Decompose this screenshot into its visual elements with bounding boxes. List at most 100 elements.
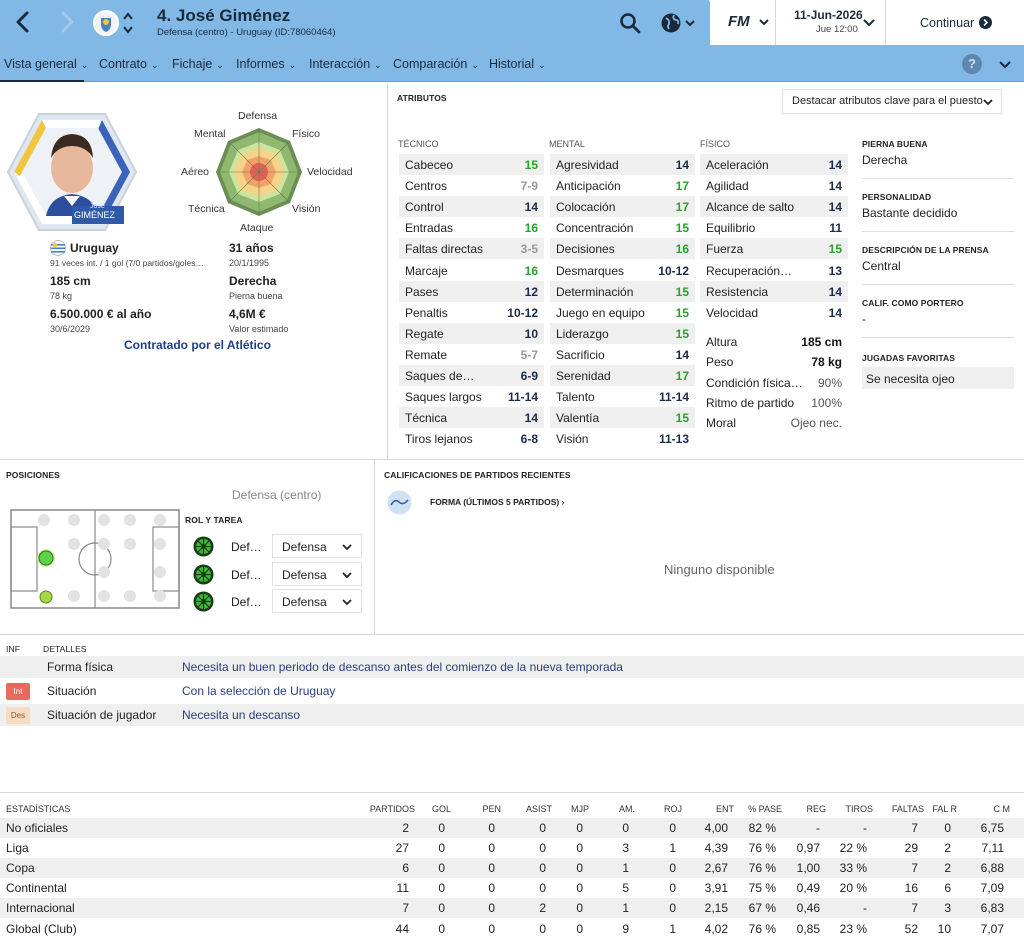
stats-cell: 29 [904, 841, 918, 856]
game-date[interactable]: 11-Jun-2026 [794, 8, 863, 22]
duty-label: Defensa [282, 567, 327, 582]
attribute-row[interactable]: Agresividad 14 [550, 154, 695, 175]
tab-vista-general[interactable]: Vista general ⌄ [4, 57, 88, 71]
attribute-row[interactable]: Saques largos 11-14 [399, 386, 544, 407]
attribute-row[interactable]: Entradas 16 [399, 217, 544, 238]
attribute-row[interactable]: Agilidad 14 [700, 175, 848, 196]
attribute-row[interactable]: Fuerza 15 [700, 238, 848, 260]
dropdown-label: Destacar atributos clave para el puesto [792, 95, 983, 107]
attribute-row[interactable]: Aceleración 14 [700, 154, 848, 175]
tab-interaccion[interactable]: Interacción ⌄ [309, 57, 382, 71]
attribute-row[interactable]: Colocación 17 [550, 196, 695, 218]
market-value-label: Valor estimado [229, 324, 289, 334]
attribute-row[interactable]: Resistencia 14 [700, 280, 848, 302]
attribute-row[interactable]: Alcance de salto 14 [700, 196, 848, 218]
form-label: FORMA (ÚLTIMOS 5 PARTIDOS) [430, 497, 560, 507]
menu-chevron-down-icon[interactable] [998, 57, 1012, 71]
attribute-row[interactable]: Anticipación 17 [550, 175, 695, 196]
contracted-by-link[interactable]: Contratado por el Atlético [124, 338, 271, 352]
tab-contrato[interactable]: Contrato ⌄ [99, 57, 159, 71]
attribute-value: 16 [524, 221, 538, 236]
search-icon[interactable] [619, 12, 641, 34]
tab-fichaje[interactable]: Fichaje ⌄ [172, 57, 224, 71]
forward-arrow-icon[interactable] [56, 10, 78, 34]
attribute-row[interactable]: Liderazgo 15 [550, 322, 695, 344]
attribute-row[interactable]: Faltas directas 3-5 [399, 238, 544, 260]
stats-cell: 1 [669, 841, 676, 856]
attribute-row[interactable]: Cabeceo 15 [399, 154, 544, 175]
player-switch-icon[interactable] [122, 10, 134, 36]
nationality[interactable]: Uruguay [70, 241, 119, 255]
info-row: Forma física Necesita un buen periodo de … [0, 656, 1024, 678]
stats-cell: Liga [6, 841, 29, 856]
attribute-row[interactable]: Regate 10 [399, 322, 544, 344]
tab-slant [709, 0, 729, 45]
player-photo-card [6, 110, 138, 234]
positions-title: POSICIONES [6, 470, 60, 480]
attribute-row[interactable]: Marcaje 16 [399, 260, 544, 281]
form-link[interactable]: FORMA (ÚLTIMOS 5 PARTIDOS) › [430, 497, 564, 507]
fm-logo[interactable]: FM [728, 13, 750, 30]
attribute-row[interactable]: Técnica 14 [399, 407, 544, 429]
stats-cell: 44 [395, 921, 409, 936]
goalkeeper-rating-value: - [862, 312, 866, 326]
attribute-name: Pases [405, 284, 439, 299]
attribute-row[interactable]: Valentía 15 [550, 407, 695, 429]
physical-extra-row: Altura 185 cm [700, 331, 848, 352]
attribute-row[interactable]: Tiros lejanos 6-8 [399, 428, 544, 449]
attribute-row[interactable]: Control 14 [399, 196, 544, 218]
attribute-row[interactable]: Sacrificio 14 [550, 344, 695, 365]
role-suitability-icon [193, 536, 214, 562]
help-icon[interactable]: ? [962, 54, 982, 74]
attribute-row[interactable]: Equilibrio 11 [700, 217, 848, 238]
back-arrow-icon[interactable] [12, 10, 34, 34]
role-name[interactable]: Def… [231, 568, 262, 582]
attribute-row[interactable]: Visión 11-13 [550, 428, 695, 449]
tab-comparacion[interactable]: Comparación ⌄ [393, 57, 479, 71]
attribute-row[interactable]: Juego en equipo 15 [550, 302, 695, 323]
fm-chevron-down-icon[interactable] [758, 14, 770, 30]
attribute-row[interactable]: Decisiones 16 [550, 238, 695, 260]
form-chart-icon [387, 490, 412, 515]
radar-label-ataque: Ataque [240, 222, 274, 234]
duty-dropdown[interactable]: Defensa [272, 561, 362, 586]
tab-informes[interactable]: Informes ⌄ [236, 57, 296, 71]
section-divider [0, 634, 1024, 635]
attribute-row[interactable]: Remate 5-7 [399, 344, 544, 365]
attribute-value: 7-9 [520, 179, 538, 194]
attribute-row[interactable]: Velocidad 14 [700, 302, 848, 323]
attribute-row[interactable]: Talento 11-14 [550, 386, 695, 407]
role-name[interactable]: Def… [231, 595, 262, 609]
stats-cell: 76 % [748, 921, 776, 936]
attribute-row[interactable]: Determinación 15 [550, 280, 695, 302]
stats-cell: 1 [622, 861, 629, 876]
highlight-attributes-dropdown[interactable]: Destacar atributos clave para el puesto [782, 89, 1002, 114]
attribute-value: 10-12 [507, 305, 538, 320]
info-row: Des Situación de jugador Necesita un desca… [0, 703, 1024, 726]
attribute-row[interactable]: Desmarques 10-12 [550, 260, 695, 281]
chevron-down-icon: ⌄ [150, 60, 159, 70]
role-name[interactable]: Def… [231, 540, 262, 554]
attribute-row[interactable]: Penaltis 10-12 [399, 302, 544, 323]
attribute-row[interactable]: Concentración 15 [550, 217, 695, 238]
world-menu-icon[interactable] [660, 11, 700, 35]
duty-dropdown[interactable]: Defensa [272, 534, 362, 558]
attribute-name: Aceleración [706, 158, 769, 172]
team-crest-icon[interactable] [92, 9, 120, 37]
date-chevron-down-icon[interactable] [862, 14, 876, 30]
attribute-row[interactable]: Saques de… 6-9 [399, 365, 544, 386]
stats-cell: 1 [669, 921, 676, 936]
stats-cell: 3,91 [704, 881, 728, 896]
duty-dropdown[interactable]: Defensa [272, 589, 362, 613]
attribute-row[interactable]: Pases 12 [399, 280, 544, 302]
attribute-value: 11-14 [507, 390, 538, 405]
info-label: Situación de jugador [47, 707, 157, 722]
attribute-row[interactable]: Centros 7-9 [399, 175, 544, 196]
fisico-header: FÍSICO [700, 139, 731, 149]
tab-historial[interactable]: Historial ⌄ [489, 57, 546, 71]
physical-extra-row: Ritmo de partido 100% [700, 392, 848, 413]
attribute-name: Agilidad [706, 179, 749, 194]
continue-button[interactable]: Continuar [886, 0, 1024, 45]
attribute-row[interactable]: Recuperación… 13 [700, 260, 848, 281]
attribute-row[interactable]: Serenidad 17 [550, 365, 695, 386]
